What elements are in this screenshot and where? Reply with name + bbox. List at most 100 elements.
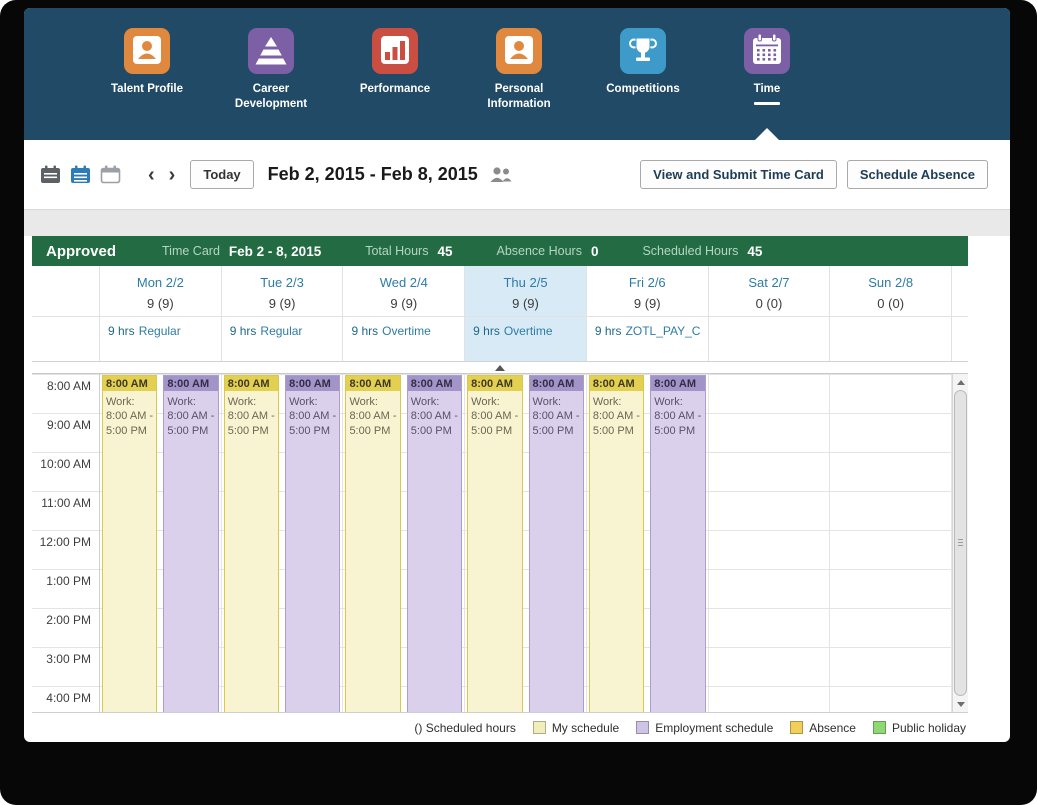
nav-label: Performance: [359, 83, 431, 95]
day-header-fri[interactable]: Fri 2/6 9 (9): [587, 266, 709, 316]
event-start-time: 8:00 AM: [103, 376, 157, 391]
event-employment-schedule[interactable]: 8:00 AM Work: 8:00 AM - 5:00 PM: [285, 375, 341, 712]
today-button[interactable]: Today: [190, 160, 254, 189]
event-my-schedule[interactable]: 8:00 AM Work: 8:00 AM - 5:00 PM: [588, 375, 645, 712]
day-header-wed[interactable]: Wed 2/4 9 (9): [343, 266, 466, 316]
event-my-schedule[interactable]: 8:00 AM Work: 8:00 AM - 5:00 PM: [102, 375, 158, 712]
time-label: 3:00 PM: [46, 652, 91, 666]
scrollbar-thumb[interactable]: [954, 390, 968, 696]
nav-item-performance[interactable]: Performance: [346, 28, 444, 112]
total-hours-label: Total Hours: [365, 244, 429, 258]
previous-week-button[interactable]: ‹: [141, 165, 162, 185]
nav-item-time[interactable]: Time: [718, 28, 816, 112]
day-header-sun[interactable]: Sun 2/8 0 (0): [830, 266, 953, 316]
active-tab-notch: [755, 128, 779, 140]
nav-label: Competitions: [606, 83, 680, 95]
total-hours-value: 45: [437, 243, 453, 259]
next-week-button[interactable]: ›: [162, 165, 183, 185]
time-label: 9:00 AM: [46, 418, 91, 432]
event-label: Work: 8:00 AM - 5:00 PM: [592, 396, 640, 437]
legend-label: Public holiday: [891, 720, 966, 735]
header-gutter: [32, 266, 100, 316]
event-label: Work: 8:00 AM - 5:00 PM: [289, 396, 337, 437]
event-my-schedule[interactable]: 8:00 AM Work: 8:00 AM - 5:00 PM: [467, 375, 523, 712]
day-name: Wed 2/4: [379, 275, 428, 290]
time-label: 10:00 AM: [40, 457, 91, 471]
nav-item-talent-profile[interactable]: Talent Profile: [98, 28, 196, 112]
nav-label: Talent Profile: [111, 83, 183, 95]
event-start-time: 8:00 AM: [529, 376, 583, 391]
event-employment-schedule[interactable]: 8:00 AM Work: 8:00 AM - 5:00 PM: [650, 375, 706, 712]
legend-item-absence: Absence: [790, 721, 856, 735]
day-hours: 9 (9): [633, 296, 661, 311]
scrollbar-grip-icon: [958, 539, 964, 547]
time-calendar-icon: [744, 28, 790, 74]
day-detail-row: 9 hrs Regular 9 hrs Regular 9 hrs Overtime …: [32, 316, 968, 362]
event-label: Work: 8:00 AM - 5:00 PM: [471, 396, 519, 437]
legend-item-my-schedule: My schedule: [532, 721, 619, 735]
day-detail-mon: 9 hrs Regular: [100, 317, 222, 361]
nav-item-personal-information[interactable]: Personal Information: [470, 28, 568, 112]
detail-hours: 9 hrs: [229, 324, 257, 338]
public-holiday-swatch: [872, 721, 886, 734]
day-header-sat[interactable]: Sat 2/7 0 (0): [709, 266, 831, 316]
event-start-time: 8:00 AM: [407, 376, 462, 391]
event-my-schedule[interactable]: 8:00 AM Work: 8:00 AM - 5:00 PM: [345, 375, 401, 712]
day-header-mon[interactable]: Mon 2/2 9 (9): [100, 266, 222, 316]
scheduled-hours-value: 45: [747, 243, 763, 259]
day-name: Sat 2/7: [748, 275, 790, 290]
timesheet-card: Approved Time Card Feb 2 - 8, 2015 Total…: [32, 236, 968, 742]
event-label: Work: 8:00 AM - 5:00 PM: [167, 396, 215, 437]
detail-hours: 9 hrs: [473, 324, 500, 338]
scroll-down-icon[interactable]: [953, 697, 968, 711]
day-detail-thu-selected: 9 hrs Overtime: [465, 317, 587, 361]
header-scrollbar-pad: [952, 266, 968, 316]
collapse-caret-icon[interactable]: [495, 365, 505, 371]
day-header-thu-selected[interactable]: Thu 2/5 9 (9): [465, 266, 587, 316]
grid-col-sat: [708, 374, 831, 712]
day-hours: 9 (9): [268, 296, 296, 311]
app-window: Talent Profile Career Development Perfor…: [24, 8, 1010, 742]
employment-schedule-swatch: [636, 721, 650, 734]
legend-item-public-holiday: Public holiday: [872, 720, 966, 735]
detail-type: Overtime: [503, 324, 553, 338]
grid-col-tue: 8:00 AM Work: 8:00 AM - 5:00 PM 8:00 AM …: [221, 374, 344, 712]
day-hours: 0 (0): [877, 296, 905, 311]
scroll-up-icon[interactable]: [953, 375, 968, 389]
day-hours: 9 (9): [512, 296, 539, 311]
personal-information-icon: [496, 28, 542, 74]
event-label: Work: 8:00 AM - 5:00 PM: [106, 396, 154, 437]
schedule-absence-button[interactable]: Schedule Absence: [846, 160, 988, 189]
calendar-week-view-icon[interactable]: [70, 165, 91, 184]
day-header-tue[interactable]: Tue 2/3 9 (9): [222, 266, 344, 316]
event-my-schedule[interactable]: 8:00 AM Work: 8:00 AM - 5:00 PM: [223, 375, 280, 712]
event-employment-schedule[interactable]: 8:00 AM Work: 8:00 AM - 5:00 PM: [163, 375, 219, 712]
nav-item-career-development[interactable]: Career Development: [222, 28, 320, 112]
nav-label: Time: [753, 83, 781, 95]
time-toolbar: ‹ › Today Feb 2, 2015 - Feb 8, 2015 View…: [24, 140, 1010, 210]
event-employment-schedule[interactable]: 8:00 AM Work: 8:00 AM - 5:00 PM: [406, 375, 463, 712]
event-employment-schedule[interactable]: 8:00 AM Work: 8:00 AM - 5:00 PM: [528, 375, 584, 712]
view-submit-time-card-button[interactable]: View and Submit Time Card: [640, 160, 837, 189]
event-start-time: 8:00 AM: [589, 376, 644, 391]
legend-label: Absence: [809, 720, 856, 735]
active-tab-underline: [754, 101, 780, 105]
status-badge: Approved: [46, 242, 117, 260]
group-icon[interactable]: [488, 166, 512, 183]
nav-item-competitions[interactable]: Competitions: [594, 28, 692, 112]
absence-swatch: [790, 721, 804, 734]
time-label: 4:00 PM: [46, 691, 91, 705]
absence-hours-value: 0: [590, 243, 599, 259]
event-start-time: 8:00 AM: [651, 376, 705, 391]
event-label: Work: 8:00 AM - 5:00 PM: [654, 396, 702, 437]
schedule-grid: 8:00 AM 9:00 AM 10:00 AM 11:00 AM 12:00 …: [32, 374, 968, 712]
calendar-day-view-icon[interactable]: [40, 165, 61, 184]
calendar-month-view-icon[interactable]: [100, 165, 121, 184]
event-label: Work: 8:00 AM - 5:00 PM: [227, 396, 275, 437]
scheduled-hours-label: Scheduled Hours: [642, 244, 739, 258]
event-start-time: 8:00 AM: [468, 376, 522, 391]
day-hours: 0 (0): [755, 296, 783, 311]
grid-col-fri: 8:00 AM Work: 8:00 AM - 5:00 PM 8:00 AM …: [586, 374, 709, 712]
vertical-scrollbar[interactable]: [952, 374, 968, 712]
event-start-time: 8:00 AM: [224, 376, 279, 391]
